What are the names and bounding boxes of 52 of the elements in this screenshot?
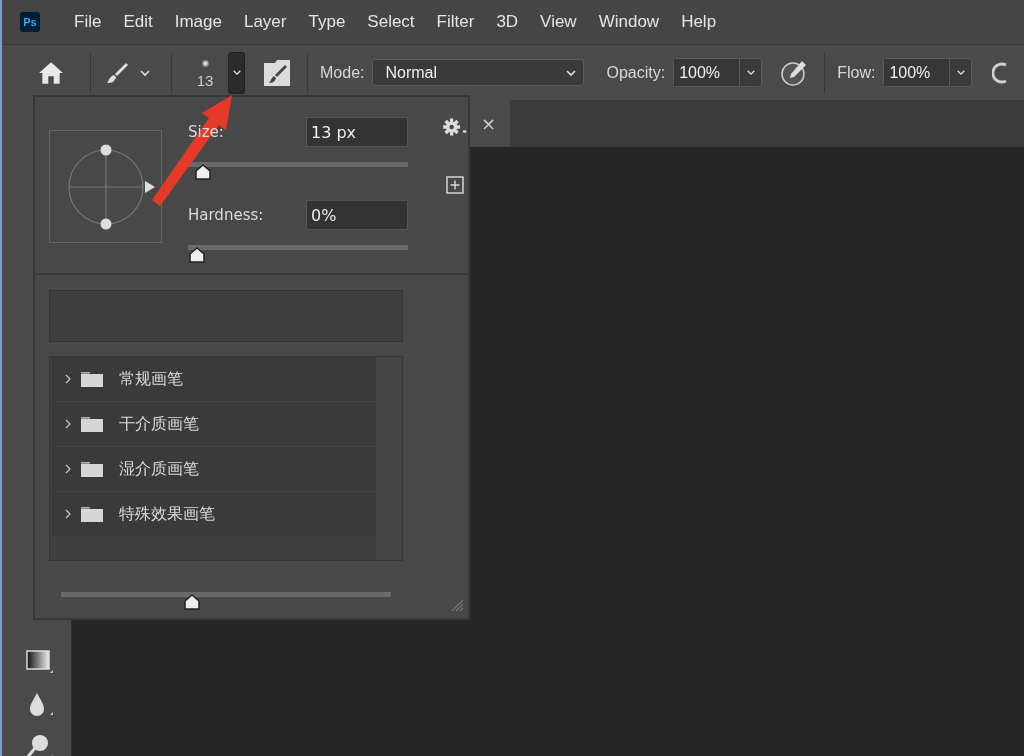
preset-group-item[interactable]: 湿介质画笔 — [52, 447, 376, 492]
caret-icon — [565, 67, 578, 78]
brush-size-value: 13 — [196, 72, 214, 89]
slider-thumb[interactable] — [194, 164, 213, 180]
menu-item[interactable]: Layer — [231, 12, 297, 32]
chevron-icon[interactable] — [65, 464, 71, 474]
home-icon[interactable] — [38, 60, 64, 85]
caret-icon — [745, 68, 756, 77]
menu-item[interactable]: Edit — [111, 12, 163, 32]
opacity-field[interactable]: 100% — [674, 59, 741, 86]
preset-group-item[interactable]: 特殊效果画笔 — [52, 492, 376, 537]
chevron-icon[interactable] — [65, 374, 71, 384]
brush-picker-button[interactable] — [228, 51, 245, 94]
mode-label: Mode: — [320, 63, 365, 82]
brush-icon[interactable] — [105, 60, 129, 85]
slider-thumb[interactable] — [182, 594, 201, 610]
menu-item[interactable]: Type — [296, 12, 356, 32]
caret-icon — [955, 68, 966, 77]
hardness-field[interactable]: 0% — [306, 200, 408, 230]
slider-thumb[interactable] — [188, 247, 206, 263]
menu-item[interactable]: Help — [669, 12, 727, 32]
resize-grip-icon[interactable] — [450, 598, 464, 612]
size-field[interactable]: 13 px — [306, 117, 408, 147]
pressure-pen-icon[interactable] — [780, 58, 809, 87]
hardness-label: Hardness: — [188, 206, 264, 224]
brush-settings-icon[interactable] — [263, 58, 291, 87]
menu-item[interactable]: Select — [355, 12, 425, 32]
preset-group-item[interactable]: 常规画笔 — [52, 357, 376, 402]
menu-item[interactable]: 3D — [484, 12, 529, 32]
flow-field[interactable]: 100% — [884, 59, 951, 86]
menu-item[interactable]: Image — [162, 12, 232, 32]
caret-icon — [231, 68, 242, 77]
app-logo[interactable]: Ps — [20, 12, 40, 32]
folder-icon — [81, 416, 103, 432]
settings-icon[interactable] — [442, 118, 468, 136]
chevron-icon[interactable] — [65, 419, 71, 429]
chevron-icon[interactable] — [65, 509, 71, 519]
menu-item[interactable]: Window — [586, 12, 670, 32]
menu-item[interactable]: File — [62, 12, 112, 32]
folder-icon — [81, 371, 103, 387]
close-tab-button[interactable]: × — [480, 113, 496, 134]
folder-icon — [81, 506, 103, 522]
new-preset-icon[interactable] — [446, 176, 464, 194]
menu-item[interactable]: Filter — [424, 12, 485, 32]
brush-tip-icon — [201, 60, 209, 67]
folder-icon — [81, 461, 103, 477]
menu-item[interactable]: View — [528, 12, 587, 32]
caret-icon[interactable] — [139, 67, 151, 78]
mode-dropdown[interactable]: Normal — [372, 59, 585, 86]
preset-group-item[interactable]: 干介质画笔 — [52, 402, 376, 447]
opacity-label: Opacity: — [606, 63, 666, 82]
flow-label: Flow: — [837, 63, 876, 82]
